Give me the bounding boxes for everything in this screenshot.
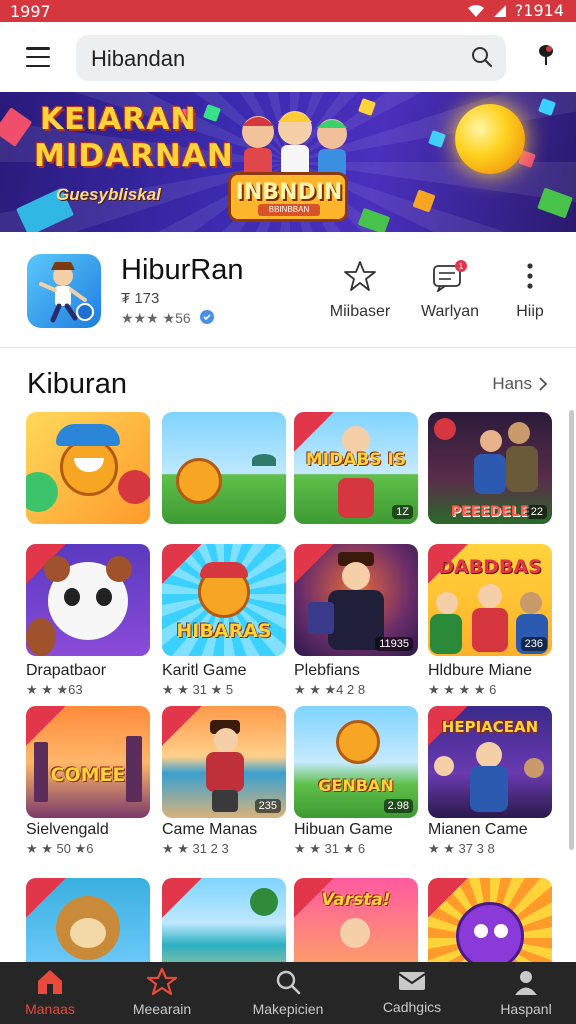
search-bar[interactable]: Hibandan bbox=[76, 35, 506, 81]
top-app-bar: Hibandan bbox=[0, 22, 576, 92]
tile-badge: 22 bbox=[526, 505, 547, 519]
banner-logo-subtext: BBINBBAN bbox=[258, 204, 320, 216]
tile-title: MIDABS IS bbox=[305, 450, 407, 470]
game-rating: ★ ★ ★4 2 8 bbox=[294, 682, 366, 697]
nav-item-messages[interactable]: Cadhgics bbox=[362, 968, 462, 1015]
nav-label-search: Makepicien bbox=[252, 1001, 324, 1017]
mail-icon bbox=[398, 972, 426, 990]
action-messages-label: Warlyan bbox=[420, 303, 480, 320]
game-title: Hibuan Game bbox=[294, 821, 393, 838]
app-meta-count: ₮ 173 bbox=[121, 290, 160, 307]
action-more-label: Hiip bbox=[516, 303, 544, 320]
nav-label-messages: Cadhgics bbox=[382, 999, 442, 1015]
status-bar: 1997 ?1914 bbox=[0, 0, 576, 22]
menu-icon[interactable] bbox=[22, 44, 54, 70]
nav-label-favorites: Meearain bbox=[132, 1001, 192, 1017]
game-title: Hldbure Miane bbox=[428, 662, 533, 679]
tile-badge: 235 bbox=[254, 799, 281, 813]
game-tile[interactable]: COMEE bbox=[26, 706, 150, 818]
game-rating: ★ ★ 37 3 8 bbox=[428, 841, 495, 856]
game-rating: ★ ★ ★63 bbox=[26, 682, 83, 697]
game-title: Mianen Came bbox=[428, 821, 528, 838]
tile-badge: 236 bbox=[520, 637, 547, 651]
game-tile[interactable]: GENBAN 2.98 bbox=[294, 706, 418, 818]
game-rating: ★ ★ 50 ★6 bbox=[26, 841, 94, 856]
message-badge-count: 1 bbox=[459, 262, 464, 271]
nav-item-favorites[interactable]: Meearain bbox=[112, 967, 212, 1017]
app-icon[interactable] bbox=[27, 254, 101, 328]
action-messages-button[interactable]: 1 Warlyan bbox=[405, 260, 495, 321]
section-title: Kiburan bbox=[27, 368, 127, 400]
banner-sun-illustration bbox=[455, 104, 525, 174]
verified-icon bbox=[200, 310, 214, 324]
game-title: Sielvengald bbox=[26, 821, 109, 838]
tile-badge: 1Z bbox=[392, 505, 413, 519]
game-rating: ★ ★ ★ ★ 6 bbox=[428, 682, 497, 697]
status-battery-text: ?1914 bbox=[514, 1, 564, 20]
scrollbar[interactable] bbox=[569, 410, 574, 850]
tile-title: GENBAN bbox=[318, 776, 394, 795]
game-tile[interactable]: PEEEDELE 22 bbox=[428, 412, 552, 524]
search-icon[interactable] bbox=[470, 45, 494, 69]
message-badge-icon: 1 bbox=[433, 260, 467, 294]
status-time: 1997 bbox=[10, 2, 51, 21]
search-input[interactable]: Hibandan bbox=[91, 46, 185, 72]
promo-banner[interactable]: KEIARAN MIDARNAN Guesybliskal INBNDIN BB… bbox=[0, 92, 576, 232]
game-tile[interactable]: HIBARAS bbox=[162, 544, 286, 656]
game-tile[interactable] bbox=[162, 412, 286, 524]
action-more-button[interactable]: Hiip bbox=[485, 260, 575, 321]
tile-title: COMEE bbox=[50, 764, 126, 786]
game-tile[interactable]: MIDABS IS 1Z bbox=[294, 412, 418, 524]
game-title: Plebfians bbox=[294, 662, 360, 679]
game-title: Drapatbaor bbox=[26, 662, 107, 679]
banner-title-line1: KEIARAN bbox=[40, 102, 197, 137]
signal-icon bbox=[493, 4, 506, 17]
section-more-link[interactable]: Hans bbox=[492, 374, 548, 394]
app-name: HiburRan bbox=[121, 254, 244, 286]
game-title: Came Manas bbox=[162, 821, 258, 838]
nav-item-profile[interactable]: Haspanl bbox=[476, 968, 576, 1017]
game-tile[interactable]: HEPIACEAN bbox=[428, 706, 552, 818]
tile-title: Varsta! bbox=[321, 890, 391, 910]
star-icon bbox=[146, 967, 178, 996]
app-meta-rating: ★★★ ★56 bbox=[121, 310, 191, 326]
bottom-navigation: Manaas Meearain Makepicien Cadhgics Hasp… bbox=[0, 962, 576, 1024]
banner-characters-illustration bbox=[242, 111, 347, 178]
mic-icon[interactable] bbox=[536, 43, 556, 71]
tile-title: DABDBAS bbox=[438, 556, 542, 578]
game-tile[interactable] bbox=[26, 412, 150, 524]
search-icon bbox=[276, 970, 301, 995]
action-wishlist-button[interactable]: Miibaser bbox=[315, 260, 405, 321]
chevron-right-icon bbox=[539, 377, 548, 391]
tile-title: HEPIACEAN bbox=[441, 718, 539, 736]
nav-label-home: Manaas bbox=[25, 1001, 75, 1017]
banner-title-line2: MIDARNAN bbox=[34, 138, 234, 174]
banner-subtitle: Guesybliskal bbox=[56, 185, 161, 204]
nav-item-search[interactable]: Makepicien bbox=[238, 968, 338, 1017]
tile-badge: 2.98 bbox=[383, 799, 413, 813]
nav-label-profile: Haspanl bbox=[500, 1001, 552, 1017]
wifi-icon bbox=[467, 4, 484, 17]
tile-title: HIBARAS bbox=[176, 620, 272, 642]
game-tile[interactable]: DABDBAS 236 bbox=[428, 544, 552, 656]
section-more-label: Hans bbox=[492, 374, 532, 393]
game-tile[interactable]: 11935 bbox=[294, 544, 418, 656]
game-title: Karitl Game bbox=[162, 662, 247, 679]
star-outline-icon bbox=[344, 261, 376, 291]
more-vertical-icon bbox=[527, 263, 533, 289]
tile-badge: 11935 bbox=[375, 637, 413, 651]
action-wishlist-label: Miibaser bbox=[329, 303, 391, 320]
game-rating: ★ ★ 31 ★ 5 bbox=[162, 682, 234, 697]
game-rating: ★ ★ 31 ★ 6 bbox=[294, 841, 366, 856]
person-icon bbox=[515, 971, 537, 995]
game-rating: ★ ★ 31 2 3 bbox=[162, 841, 229, 856]
banner-logo-text: INBNDIN bbox=[235, 180, 343, 205]
nav-item-home[interactable]: Manaas bbox=[0, 968, 100, 1017]
game-tile[interactable] bbox=[26, 544, 150, 656]
app-info-section: HiburRan ₮ 173 ★★★ ★56 Miibaser 1 Warlya… bbox=[0, 232, 576, 348]
home-icon bbox=[38, 970, 62, 994]
game-tile[interactable]: 235 bbox=[162, 706, 286, 818]
